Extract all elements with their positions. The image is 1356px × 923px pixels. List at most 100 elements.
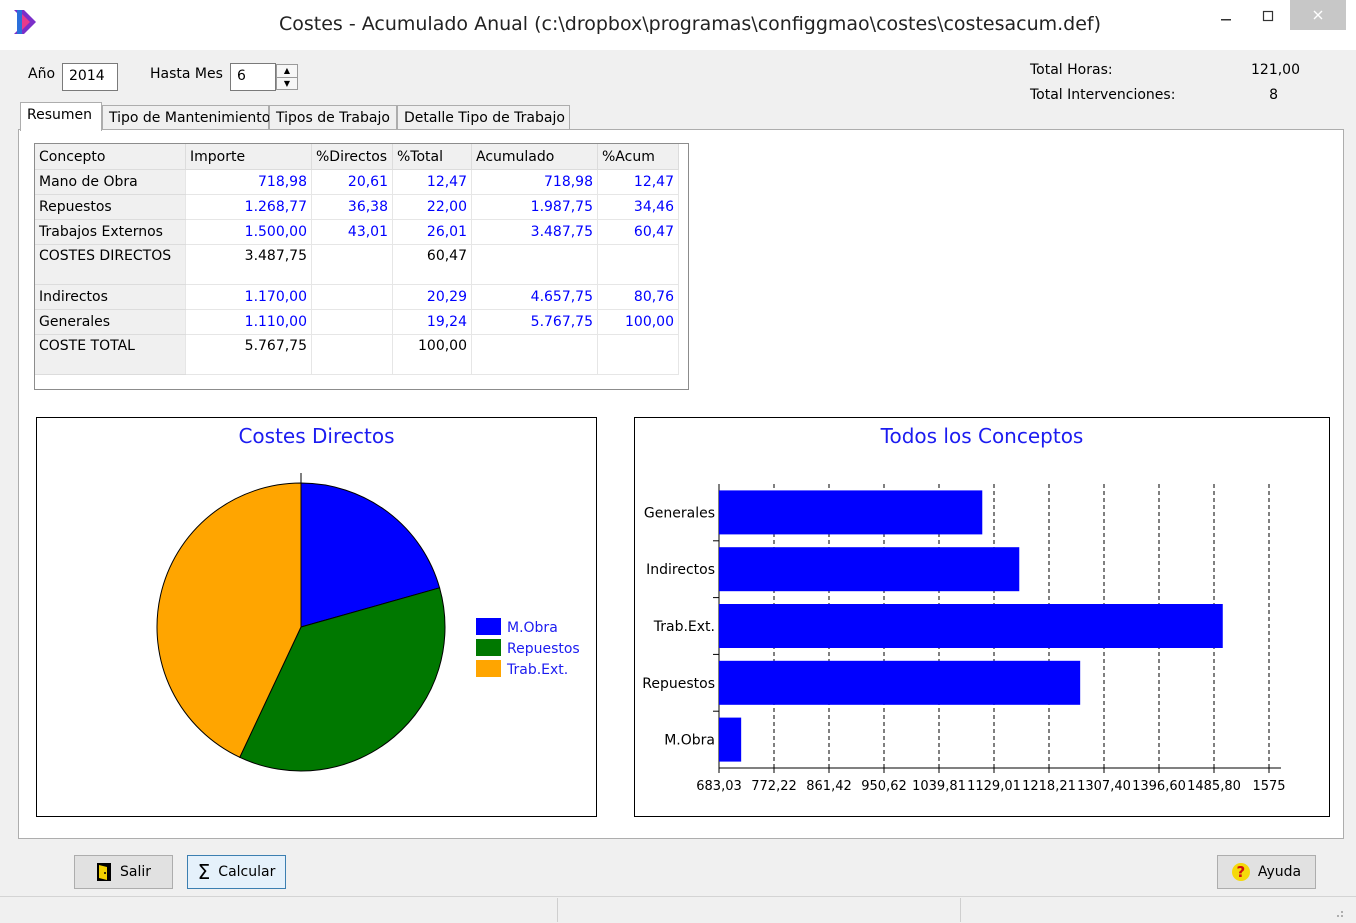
- table-cell: 36,38: [311, 194, 393, 220]
- col-header-directos[interactable]: %Directos: [311, 144, 393, 170]
- table-row[interactable]: Indirectos 1.170,00 20,29 4.657,75 80,76: [35, 284, 679, 310]
- table-cell: 1.110,00: [185, 309, 312, 335]
- tab-tipos-trabajo[interactable]: Tipos de Trabajo: [269, 105, 397, 129]
- app-logo-icon: [14, 10, 36, 34]
- table-cell: [311, 244, 393, 285]
- exit-button-label: Salir: [119, 864, 151, 880]
- chevron-up-icon[interactable]: ▲: [277, 65, 297, 77]
- table-cell: 3.487,75: [471, 219, 598, 245]
- table-row[interactable]: Trabajos Externos 1.500,00 43,01 26,01 3…: [35, 219, 679, 245]
- y-category-label: Repuestos: [642, 676, 715, 692]
- table-cell: 19,24: [392, 309, 472, 335]
- x-tick-label: 1485,80: [1187, 779, 1241, 794]
- table-cell: Trabajos Externos: [35, 219, 186, 245]
- x-tick-label: 1575: [1252, 779, 1285, 794]
- legend-label: Repuestos: [507, 641, 580, 657]
- status-bar: [0, 896, 1356, 923]
- summary-table: Concepto Importe %Directos %Total Acumul…: [35, 144, 679, 375]
- table-cell: 20,61: [311, 169, 393, 195]
- x-tick-label: 1218,21: [1022, 779, 1076, 794]
- minimize-icon: [1221, 19, 1231, 21]
- table-cell: 5.767,75: [185, 334, 312, 375]
- x-tick-label: 1396,60: [1132, 779, 1186, 794]
- table-cell: 43,01: [311, 219, 393, 245]
- table-cell: 100,00: [392, 334, 472, 375]
- tab-tipo-mantenimiento[interactable]: Tipo de Mantenimiento: [102, 105, 270, 129]
- x-tick-label: 683,03: [696, 779, 742, 794]
- table-cell: 718,98: [185, 169, 312, 195]
- table-cell: 1.170,00: [185, 284, 312, 310]
- sigma-icon: Σ: [197, 860, 211, 884]
- table-cell: 12,47: [597, 169, 679, 195]
- pie-chart: M.Obra Repuestos Trab.Ext.: [156, 473, 580, 772]
- month-stepper[interactable]: ▲ ▼: [276, 64, 298, 90]
- total-hours-label: Total Horas:: [1030, 62, 1113, 78]
- table-cell: 1.500,00: [185, 219, 312, 245]
- total-interventions-value: 8: [1269, 87, 1278, 103]
- bar-chart-title: Todos los Conceptos: [880, 424, 1084, 448]
- year-field[interactable]: 2014: [62, 63, 118, 91]
- table-cell: [597, 334, 679, 375]
- table-cell: 26,01: [392, 219, 472, 245]
- table-cell: 60,47: [392, 244, 472, 285]
- exit-button[interactable]: Salir: [74, 855, 173, 889]
- close-icon: [1313, 10, 1323, 20]
- month-field[interactable]: 6: [230, 63, 276, 91]
- x-tick-label: 950,62: [861, 779, 907, 794]
- table-header-row: Concepto Importe %Directos %Total Acumul…: [35, 144, 679, 170]
- calculate-button[interactable]: Σ Calcular: [187, 855, 286, 889]
- legend-swatch: [476, 618, 501, 635]
- legend-swatch: [476, 639, 501, 656]
- table-row[interactable]: COSTE TOTAL 5.767,75 100,00: [35, 334, 679, 375]
- help-button-label: Ayuda: [1257, 864, 1302, 880]
- chevron-down-icon[interactable]: ▼: [277, 77, 297, 90]
- table-cell: COSTES DIRECTOS: [35, 244, 186, 285]
- calculate-button-label: Calcular: [218, 864, 276, 880]
- maximize-button[interactable]: [1248, 0, 1288, 32]
- x-tick-label: 1307,40: [1077, 779, 1131, 794]
- table-cell: [471, 244, 598, 285]
- col-header-concepto[interactable]: Concepto: [35, 144, 186, 170]
- table-cell: 80,76: [597, 284, 679, 310]
- table-cell: 1.987,75: [471, 194, 598, 220]
- table-cell: 12,47: [392, 169, 472, 195]
- col-header-total[interactable]: %Total: [392, 144, 472, 170]
- tab-detalle-tipo-trabajo[interactable]: Detalle Tipo de Trabajo: [397, 105, 570, 129]
- col-header-acum[interactable]: %Acum: [597, 144, 679, 170]
- resize-grip-icon[interactable]: [1332, 906, 1344, 918]
- legend-label: Trab.Ext.: [506, 662, 568, 678]
- table-cell: 1.268,77: [185, 194, 312, 220]
- table-cell: 4.657,75: [471, 284, 598, 310]
- pie-chart-title: Costes Directos: [238, 424, 395, 448]
- table-row[interactable]: Generales 1.110,00 19,24 5.767,75 100,00: [35, 309, 679, 335]
- table-cell: 34,46: [597, 194, 679, 220]
- y-category-label: M.Obra: [664, 733, 715, 749]
- pie-chart-panel: Costes Directos M.Obra Repuestos Trab.Ext.: [36, 417, 597, 817]
- x-tick-label: 1039,81: [912, 779, 966, 794]
- tab-resumen[interactable]: Resumen: [20, 102, 102, 131]
- table-row[interactable]: COSTES DIRECTOS 3.487,75 60,47: [35, 244, 679, 285]
- table-row[interactable]: Repuestos 1.268,77 36,38 22,00 1.987,75 …: [35, 194, 679, 220]
- y-category-label: Indirectos: [646, 562, 715, 578]
- x-tick-label: 772,22: [751, 779, 797, 794]
- bar: [719, 717, 742, 762]
- close-button[interactable]: [1290, 0, 1346, 30]
- table-row[interactable]: Mano de Obra 718,98 20,61 12,47 718,98 1…: [35, 169, 679, 195]
- bar-chart: 683,03 772,22 861,42 950,62 1039,81 1129,01 12…: [642, 484, 1286, 794]
- table-cell: 20,29: [392, 284, 472, 310]
- table-cell: Indirectos: [35, 284, 186, 310]
- x-tick-label: 1129,01: [967, 779, 1021, 794]
- minimize-button[interactable]: [1204, 0, 1248, 32]
- table-cell: 718,98: [471, 169, 598, 195]
- help-button[interactable]: ? Ayuda: [1217, 855, 1316, 889]
- status-bar-divider: [557, 898, 558, 922]
- summary-grid[interactable]: Concepto Importe %Directos %Total Acumul…: [34, 143, 689, 390]
- table-cell: Repuestos: [35, 194, 186, 220]
- col-header-importe[interactable]: Importe: [185, 144, 312, 170]
- table-cell: 60,47: [597, 219, 679, 245]
- bar: [719, 660, 1081, 705]
- legend-swatch: [476, 660, 501, 677]
- col-header-acumulado[interactable]: Acumulado: [471, 144, 598, 170]
- x-tick-label: 861,42: [806, 779, 852, 794]
- table-cell: 22,00: [392, 194, 472, 220]
